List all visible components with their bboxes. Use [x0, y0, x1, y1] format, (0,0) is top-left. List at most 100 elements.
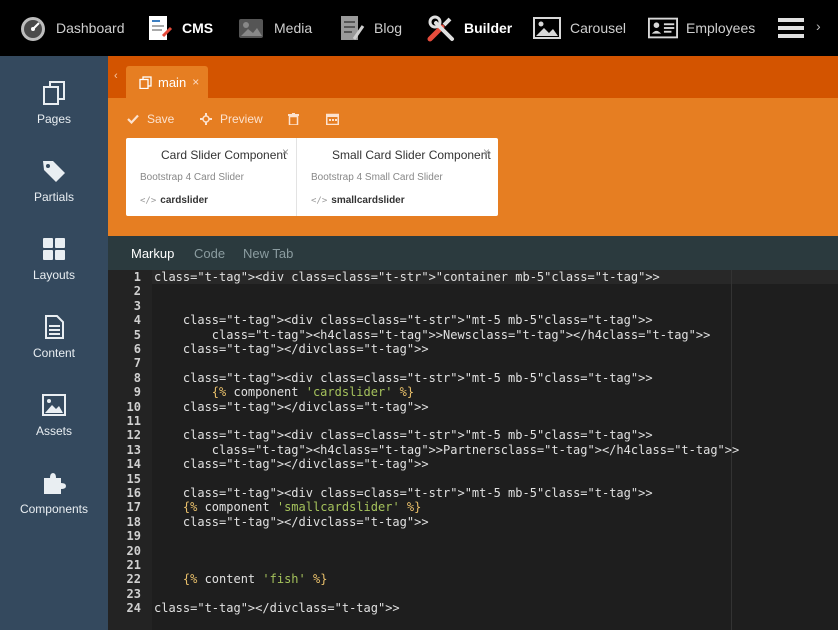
sidebar-item-label: Content — [32, 346, 76, 360]
tabs-scroll-left-icon[interactable]: ‹ — [114, 70, 118, 82]
code-line: class="t-tag"></divclass="t-tag">> — [182, 457, 429, 472]
component-description: Bootstrap 4 Card Slider — [140, 172, 244, 183]
check-icon — [127, 114, 139, 124]
employees-icon — [648, 13, 678, 43]
nav-carousel[interactable]: Carousel — [532, 0, 626, 56]
component-title: Card Slider Component — [161, 148, 287, 162]
nav-cms-label: CMS — [182, 20, 214, 36]
code-line: {% component 'smallcardslider' %} — [182, 500, 422, 515]
calendar-icon — [326, 113, 339, 125]
line-number: 14 — [126, 457, 141, 472]
pages-icon — [41, 80, 67, 106]
nav-dashboard[interactable]: Dashboard — [18, 0, 125, 56]
tab-main[interactable]: main × — [126, 66, 208, 98]
line-number: 12 — [126, 428, 141, 443]
line-number: 24 — [126, 601, 141, 616]
code-line: {% component 'cardslider' %} — [211, 385, 415, 400]
nav-media[interactable]: Media — [236, 0, 312, 56]
line-number: 10 — [126, 399, 141, 414]
sidebar-item-label: Layouts — [32, 268, 76, 282]
save-button-label: Save — [147, 112, 175, 126]
component-card-smallcardslider[interactable]: Small Card Slider Component × Bootstrap … — [297, 138, 498, 216]
schedule-button[interactable] — [326, 111, 347, 127]
nav-overflow-chevron-icon[interactable]: › — [816, 18, 821, 34]
nav-cms[interactable]: CMS — [144, 0, 213, 56]
nav-dashboard-label: Dashboard — [56, 20, 125, 36]
line-number: 19 — [126, 529, 141, 544]
dashboard-icon — [18, 13, 48, 43]
sidebar-item-layouts[interactable]: Layouts — [0, 236, 108, 306]
code-line: class="t-tag"><div class=class="t-str">"… — [182, 486, 653, 500]
line-number: 20 — [126, 543, 141, 558]
close-tab-icon[interactable]: × — [192, 75, 199, 89]
nav-employees[interactable]: Employees — [648, 0, 755, 56]
nav-employees-label: Employees — [686, 20, 756, 36]
sidebar-item-content[interactable]: Content — [0, 314, 108, 384]
document-tab-strip — [108, 56, 838, 98]
line-number: 11 — [126, 414, 141, 428]
delete-button[interactable] — [288, 111, 307, 127]
blog-icon — [336, 13, 366, 43]
component-alias-label: cardslider — [160, 195, 209, 206]
line-number: 16 — [126, 486, 141, 500]
line-number: 9 — [133, 385, 141, 400]
component-alias: </> cardslider — [140, 195, 208, 206]
line-number: 8 — [133, 370, 141, 385]
carousel-icon — [532, 13, 562, 43]
code-line: {% content 'fish' %} — [182, 572, 328, 587]
preview-button[interactable]: Preview — [200, 111, 263, 127]
tags-icon — [41, 158, 67, 184]
sidebar-item-label: Components — [19, 502, 89, 516]
line-number: 5 — [133, 327, 141, 342]
tab-main-label: main — [158, 74, 187, 90]
nav-blog-label: Blog — [374, 20, 403, 36]
line-number: 7 — [133, 356, 141, 371]
media-icon — [236, 13, 266, 43]
component-card-cardslider[interactable]: Card Slider Component × Bootstrap 4 Card… — [126, 138, 296, 216]
line-number: 4 — [133, 313, 141, 328]
tab-new-tab[interactable]: New Tab — [243, 246, 293, 261]
nav-builder[interactable]: Builder — [426, 0, 512, 56]
component-alias-label: smallcardslider — [331, 195, 405, 206]
remove-component-icon[interactable]: × — [483, 145, 490, 159]
save-button[interactable]: Save — [127, 111, 174, 127]
page-file-icon — [139, 75, 152, 89]
code-line: class="t-tag"><div class=class="t-str">"… — [182, 428, 653, 443]
code-line: class="t-tag"><div class=class="t-str">"… — [182, 370, 653, 385]
remove-component-icon[interactable]: × — [282, 145, 289, 159]
line-number: 22 — [126, 572, 141, 587]
tab-code[interactable]: Code — [194, 246, 225, 261]
tab-markup[interactable]: Markup — [131, 246, 174, 261]
line-number: 2 — [133, 284, 141, 299]
nav-blog[interactable]: Blog — [336, 0, 402, 56]
code-line: class="t-tag"></divclass="t-tag">> — [182, 514, 429, 529]
code-line: class="t-tag"><div class=class="t-str">"… — [154, 270, 660, 284]
nav-media-label: Media — [274, 20, 313, 36]
preview-button-label: Preview — [220, 112, 263, 126]
more-menu-button[interactable] — [778, 16, 804, 45]
sidebar-item-components[interactable]: Components — [0, 470, 108, 540]
line-number: 15 — [126, 471, 141, 486]
sidebar-item-label: Assets — [35, 424, 72, 438]
code-line: class="t-tag"><h4class="t-tag">>Partners… — [211, 442, 740, 457]
puzzle-icon — [41, 470, 67, 496]
nav-builder-label: Builder — [464, 20, 513, 36]
component-list: Card Slider Component × Bootstrap 4 Card… — [126, 138, 498, 216]
content-icon — [41, 314, 67, 340]
code-line: class="t-tag"><h4class="t-tag">>Newsclas… — [211, 327, 711, 342]
line-number: 21 — [126, 558, 141, 572]
sidebar-item-partials[interactable]: Partials — [0, 158, 108, 228]
top-navigation: Dashboard CMS Media Blog Builder Carouse… — [0, 0, 838, 56]
sidebar-item-pages[interactable]: Pages — [0, 80, 108, 150]
code-line: class="t-tag"><div class=class="t-str">"… — [182, 313, 653, 328]
sidebar-item-label: Partials — [33, 190, 74, 204]
code-line: class="t-tag"></divclass="t-tag">> — [154, 601, 400, 616]
line-number: 1 — [133, 270, 141, 284]
component-title: Small Card Slider Component — [332, 148, 491, 162]
line-number: 13 — [126, 442, 141, 457]
cms-icon — [144, 13, 174, 43]
builder-icon — [426, 13, 456, 43]
code-icon: </> — [140, 195, 157, 206]
assets-icon — [41, 392, 67, 418]
sidebar-item-assets[interactable]: Assets — [0, 392, 108, 462]
